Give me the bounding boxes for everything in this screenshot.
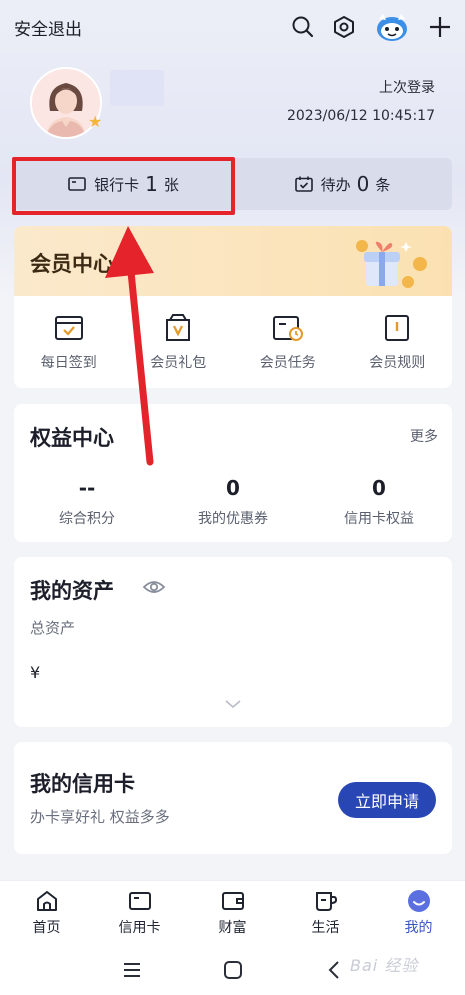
member-item-label: 会员规则 (369, 355, 426, 371)
tab-mine[interactable]: 我的 (372, 881, 465, 944)
logout-button[interactable]: 安全退出 (14, 15, 82, 40)
benefit-center-title: 权益中心 (30, 426, 114, 450)
plus-icon[interactable] (425, 12, 455, 42)
member-item-rules[interactable]: 会员规则 (343, 296, 453, 388)
gift-illustration-icon (356, 240, 427, 288)
member-item-label: 每日签到 (40, 355, 97, 371)
more-link[interactable]: 更多 (410, 426, 438, 446)
home-icon (36, 891, 57, 911)
tab-wealth[interactable]: 财富 (186, 881, 279, 944)
member-item-label: 会员礼包 (150, 355, 207, 371)
member-item-task[interactable]: 会员任务 (233, 296, 343, 388)
benefit-item-points[interactable]: -- 综合积分 (14, 476, 160, 528)
total-assets-label: 总资产 (30, 619, 76, 637)
benefit-label: 我的优惠券 (198, 511, 268, 527)
member-center-header[interactable]: 会员中心 (14, 226, 452, 296)
member-item-gift[interactable]: 会员礼包 (124, 296, 234, 388)
bank-card-icon (68, 177, 86, 191)
checkin-icon (54, 316, 83, 340)
watermark: Bai 经验 (350, 956, 419, 975)
cup-icon (315, 892, 337, 911)
todo-unit: 条 (375, 175, 391, 194)
chevron-down-icon[interactable] (224, 699, 242, 709)
total-assets-value: ¥ (30, 663, 41, 682)
todo-label: 待办 (320, 175, 351, 194)
benefit-value: 0 (226, 476, 240, 500)
bank-card-label: 银行卡 (94, 175, 140, 194)
bank-card-unit: 张 (163, 175, 179, 194)
bottom-tab-bar: 首页 信用卡 财富 生活 我的 (0, 880, 465, 944)
member-center-card: 会员中心 每日签到 会员礼包 会员任务 会员规则 (14, 226, 452, 388)
member-item-checkin[interactable]: 每日签到 (14, 296, 124, 388)
tab-label: 首页 (32, 920, 61, 936)
benefit-label: 综合积分 (59, 511, 115, 527)
last-login-label: 上次登录 (379, 80, 435, 96)
account-stats: 银行卡 1 张 待办 0 条 (14, 158, 452, 210)
member-item-label: 会员任务 (259, 355, 316, 371)
settings-hex-icon[interactable] (329, 12, 359, 42)
todo-stat[interactable]: 待办 0 条 (233, 158, 452, 210)
tab-life[interactable]: 生活 (279, 881, 372, 944)
home-square-icon[interactable] (219, 956, 247, 984)
username-masked (110, 70, 164, 106)
benefit-item-credit-rights[interactable]: 0 信用卡权益 (306, 476, 452, 528)
rules-book-icon (385, 315, 410, 341)
gift-bag-icon (166, 314, 191, 341)
wallet-icon (221, 892, 244, 910)
tab-label: 信用卡 (118, 920, 161, 936)
top-bar: 安全退出 (0, 0, 465, 56)
task-icon (272, 316, 303, 341)
menu-icon[interactable] (118, 956, 146, 984)
assets-card: 我的资产 总资产 ¥ (14, 557, 452, 727)
tab-label: 我的 (404, 920, 433, 936)
apply-now-button[interactable]: 立即申请 (338, 782, 436, 818)
todo-count: 0 (356, 172, 370, 196)
benefit-label: 信用卡权益 (344, 511, 414, 527)
tab-credit-card[interactable]: 信用卡 (93, 881, 186, 944)
mascot-icon[interactable] (372, 12, 412, 42)
back-chevron-icon[interactable] (320, 956, 348, 984)
tab-label: 财富 (218, 920, 247, 936)
star-icon: ★ (88, 112, 103, 131)
smiley-icon (407, 890, 430, 912)
credit-card-subtitle: 办卡享好礼 权益多多 (30, 808, 170, 826)
bank-card-stat[interactable]: 银行卡 1 张 (14, 158, 233, 210)
calendar-check-icon (294, 176, 313, 192)
tab-label: 生活 (311, 920, 340, 936)
tab-home[interactable]: 首页 (0, 881, 93, 944)
eye-icon[interactable] (142, 577, 166, 597)
assets-title: 我的资产 (30, 579, 114, 603)
credit-card-title: 我的信用卡 (30, 772, 135, 796)
last-login-time: 2023/06/12 10:45:17 (286, 108, 435, 124)
benefit-center-card: 权益中心 更多 -- 综合积分 0 我的优惠券 0 信用卡权益 (14, 404, 452, 542)
benefit-value: 0 (372, 476, 386, 500)
bank-card-count: 1 (145, 172, 158, 196)
benefit-value: -- (78, 476, 96, 500)
search-icon[interactable] (288, 12, 318, 42)
card-icon (128, 892, 151, 910)
credit-card-card: 我的信用卡 办卡享好礼 权益多多 立即申请 (14, 742, 452, 854)
benefit-item-coupons[interactable]: 0 我的优惠券 (160, 476, 306, 528)
member-center-title: 会员中心 (30, 252, 114, 276)
